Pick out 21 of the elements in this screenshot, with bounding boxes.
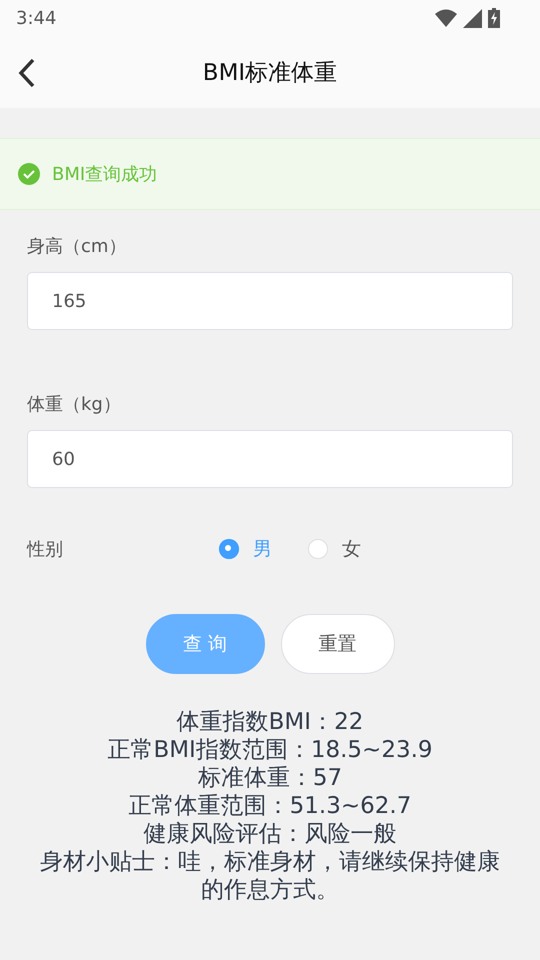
alert-message: BMI查询成功: [52, 163, 158, 186]
radio-option[interactable]: 女: [308, 536, 361, 562]
field-label: 体重（kg）: [27, 393, 121, 416]
page-title: BMI标准体重: [202, 58, 338, 88]
status-time: 3:44: [16, 8, 56, 28]
input-field[interactable]: 165: [27, 272, 513, 330]
input-field[interactable]: 60: [27, 430, 513, 488]
result-text: 健康风险评估：风险一般: [144, 820, 396, 848]
check-circle-icon: [18, 163, 40, 185]
reset-button[interactable]: 重置: [280, 614, 394, 674]
result-text: 身材小贴士：哇，标准身材，请继续保持健康的作息方式。: [39, 848, 501, 904]
battery-icon: [488, 8, 500, 28]
field-label: 身高（cm）: [27, 235, 126, 258]
result-text: 标准体重：57: [198, 764, 342, 792]
gender-label: 性别: [27, 538, 64, 561]
result-text: 体重指数BMI：22: [176, 708, 364, 736]
result-text: 正常体重范围：51.3~62.7: [128, 792, 412, 820]
result-text: 正常BMI指数范围：18.5~23.9: [107, 736, 433, 764]
wifi-icon: [435, 9, 457, 27]
signal-icon: [463, 8, 482, 28]
back-icon[interactable]: [18, 58, 36, 88]
